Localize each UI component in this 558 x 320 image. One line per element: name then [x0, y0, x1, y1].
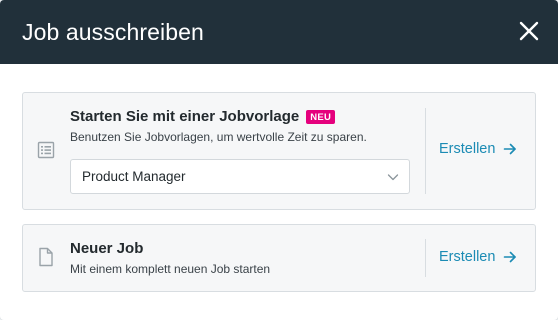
card-divider: [425, 108, 426, 194]
template-card: Starten Sie mit einer Jobvorlage NEU Ben…: [22, 92, 536, 210]
job-template-select-value: Product Manager: [82, 169, 186, 184]
template-card-title-row: Starten Sie mit einer Jobvorlage NEU: [70, 108, 336, 125]
modal-body: Starten Sie mit einer Jobvorlage NEU Ben…: [0, 64, 558, 292]
new-job-card: Neuer Job Mit einem komplett neuen Job s…: [22, 224, 536, 292]
template-card-subtitle: Benutzen Sie Jobvorlagen, um wertvolle Z…: [70, 130, 367, 144]
create-new-job-label: Erstellen: [439, 249, 496, 265]
arrow-right-icon: [504, 143, 517, 155]
card-divider: [425, 239, 426, 277]
job-template-select[interactable]: Product Manager: [70, 159, 410, 194]
create-new-job-button[interactable]: Erstellen: [439, 249, 517, 265]
modal-header: Job ausschreiben: [0, 0, 558, 64]
new-job-card-title-row: Neuer Job: [70, 240, 143, 257]
create-from-template-button[interactable]: Erstellen: [439, 141, 517, 157]
document-icon: [37, 247, 55, 272]
close-button[interactable]: [518, 20, 540, 42]
template-card-title: Starten Sie mit einer Jobvorlage: [70, 108, 300, 125]
new-job-card-title: Neuer Job: [70, 240, 144, 257]
new-badge: NEU: [306, 109, 336, 124]
job-post-modal: Job ausschreiben Starten Sie mit einer J…: [0, 0, 558, 320]
new-job-card-subtitle: Mit einem komplett neuen Job starten: [70, 262, 271, 276]
modal-title: Job ausschreiben: [22, 18, 204, 45]
close-icon: [519, 21, 539, 41]
create-from-template-label: Erstellen: [439, 141, 496, 157]
list-document-icon: [37, 141, 55, 164]
chevron-down-icon: [387, 171, 399, 186]
arrow-right-icon: [504, 251, 517, 263]
